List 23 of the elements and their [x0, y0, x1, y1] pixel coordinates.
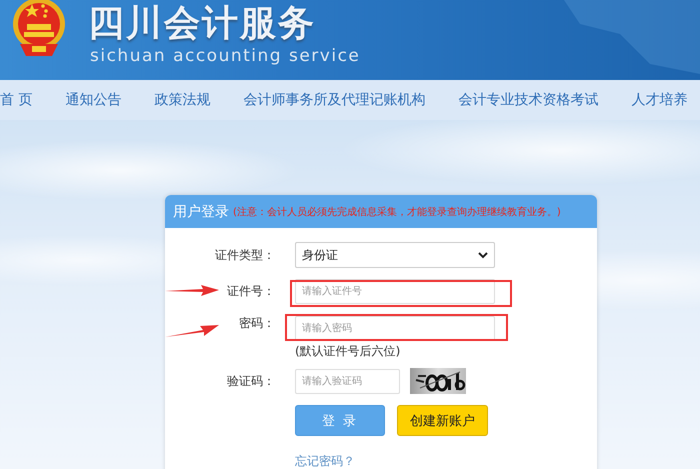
nav-link[interactable]: 政策法规: [154, 91, 210, 109]
nav-link[interactable]: 会计专业技术资格考试: [458, 91, 598, 109]
chevron-down-icon: [478, 252, 488, 258]
login-title: 用户登录: [173, 202, 229, 220]
password-field[interactable]: 请输入密码: [295, 316, 495, 340]
nav-link[interactable]: 人才培养: [631, 91, 688, 109]
forgot-password-link[interactable]: 忘记密码？: [295, 454, 355, 468]
field-label: 证件类型：: [215, 246, 275, 264]
id-type-select[interactable]: 身份证: [295, 242, 495, 268]
field-label: 验证码：: [227, 372, 275, 390]
field-label: 证件号：: [227, 283, 275, 300]
captcha-field[interactable]: 请输入验证码: [295, 368, 400, 394]
nav-link[interactable]: 首 页: [0, 91, 32, 109]
notice-text: (注意：会计人员必须先完成信息采集，才能登录查询办理继续教育业务。): [233, 206, 561, 218]
nav-link[interactable]: 通知公告: [65, 91, 122, 109]
field-label: 密码：: [239, 315, 275, 332]
site-title: 四川会计服务: [88, 2, 317, 46]
site-subtitle: sichuan accounting service: [89, 46, 360, 66]
login-button[interactable]: 登 录: [295, 405, 385, 436]
password-hint: (默认证件号后六位): [295, 343, 402, 360]
create-account-button[interactable]: 创建新账户: [397, 405, 488, 436]
nav-link[interactable]: 会计师事务所及代理记账机构: [243, 91, 426, 109]
id-number-field[interactable]: 请输入证件号: [295, 279, 495, 304]
